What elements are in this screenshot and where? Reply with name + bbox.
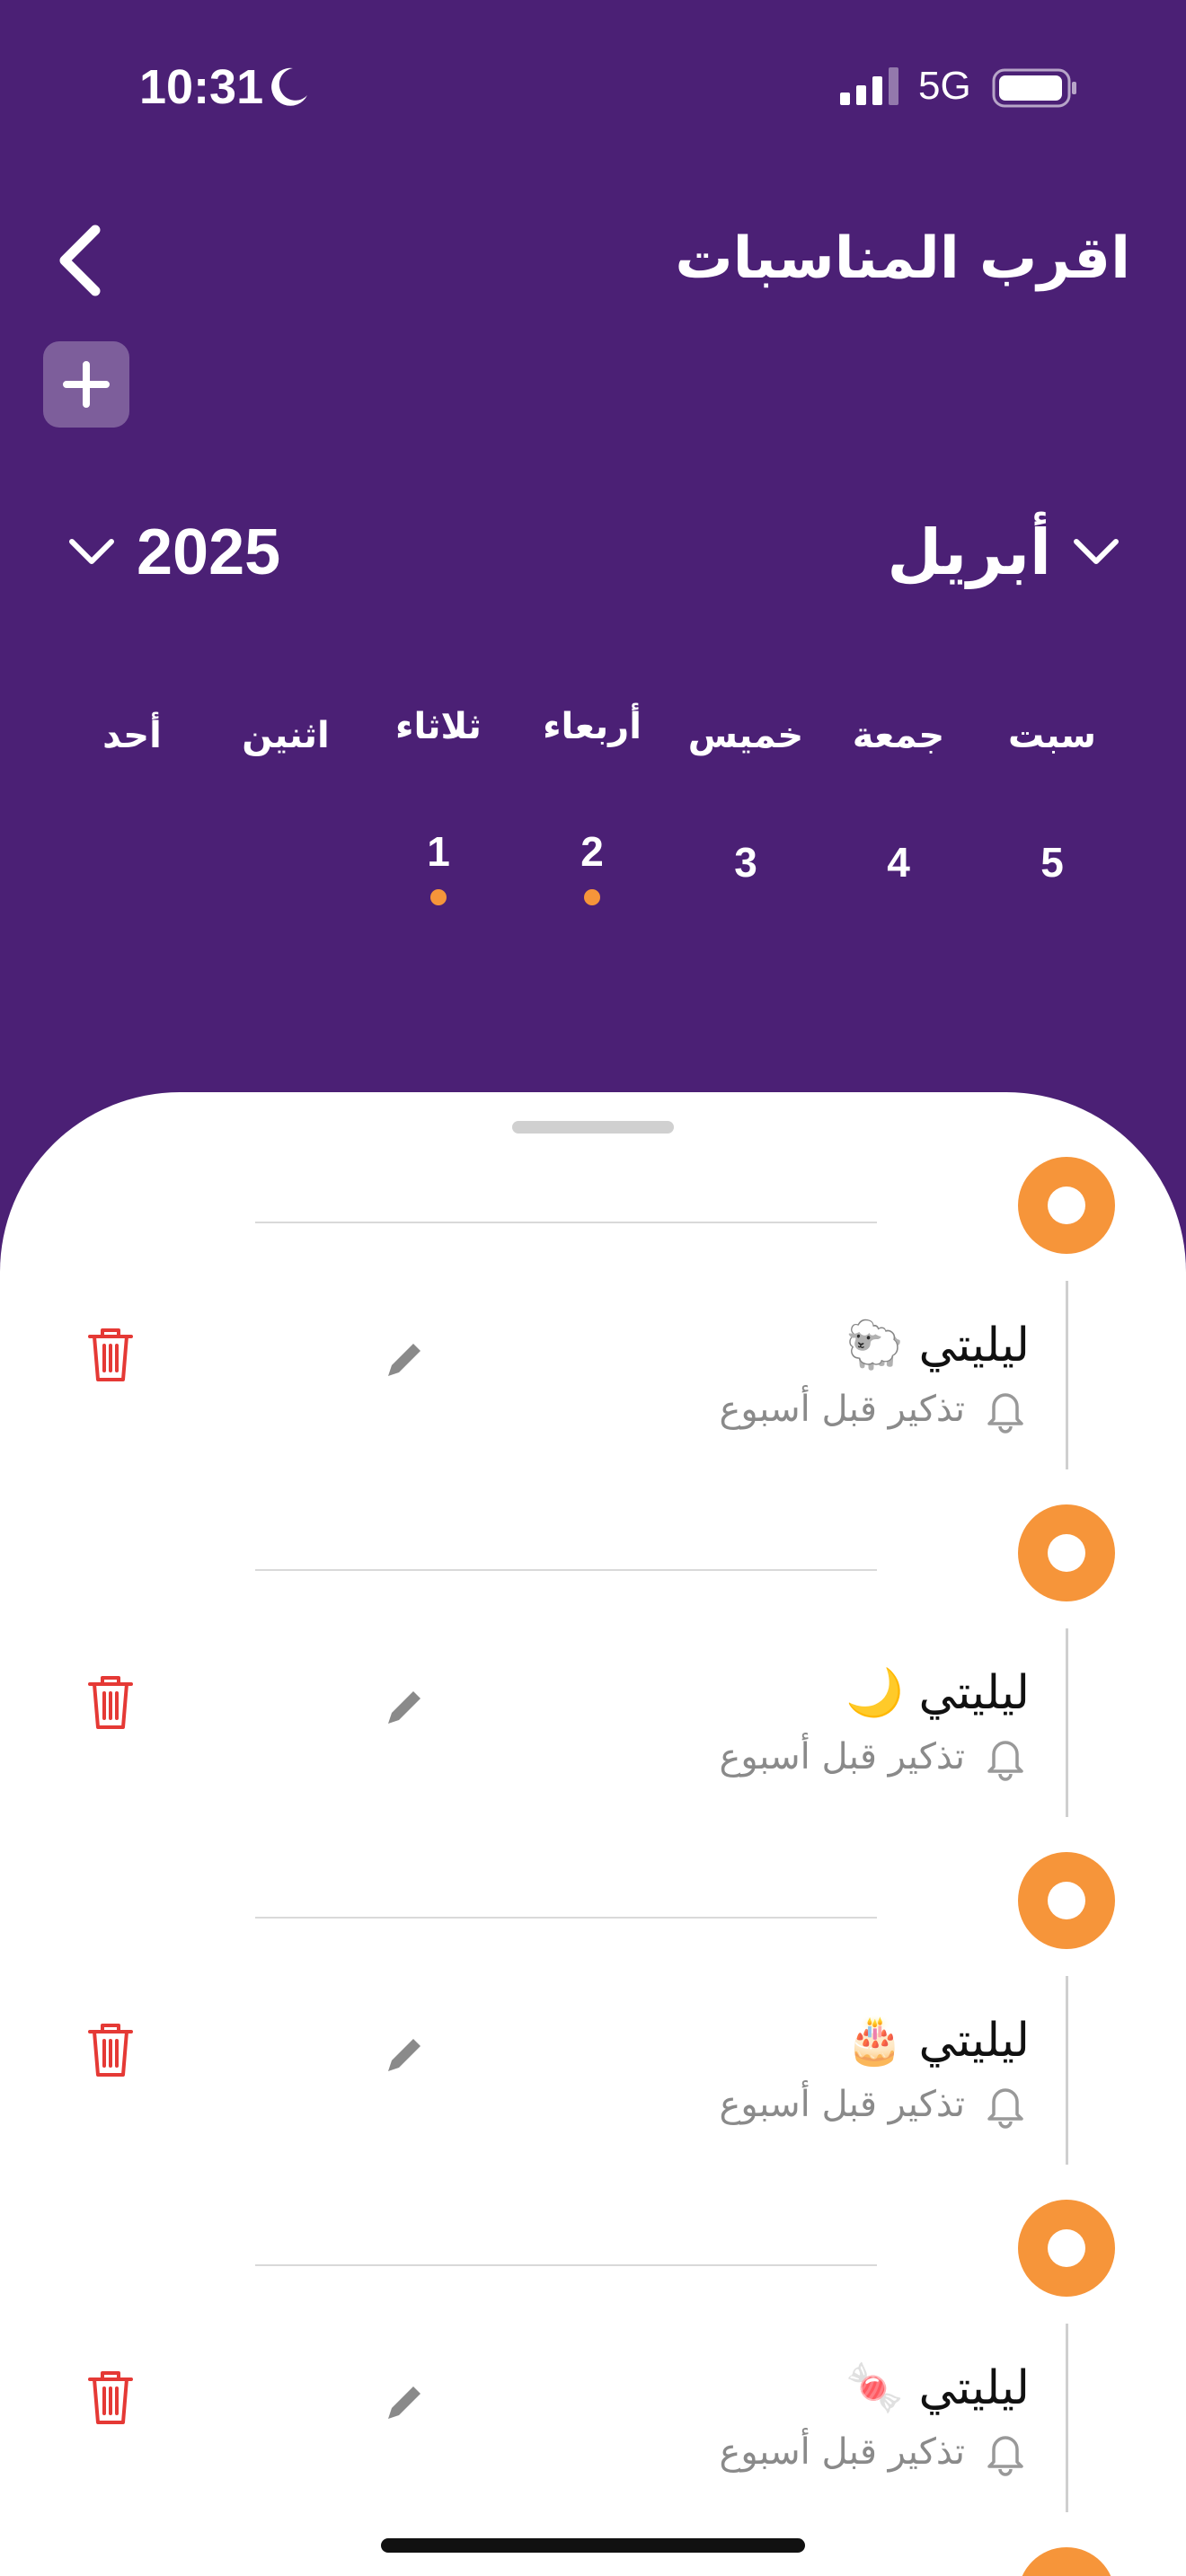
month-label: أبريل bbox=[887, 516, 1051, 589]
timeline-node bbox=[1018, 1852, 1115, 1949]
back-chevron-icon[interactable] bbox=[52, 223, 108, 298]
event-item: ليليتي 🌙 تذكير قبل أسبوع bbox=[0, 1504, 1186, 1914]
sheet-grabber[interactable] bbox=[512, 1121, 674, 1134]
calendar-day[interactable]: 1 bbox=[385, 816, 492, 887]
event-dot bbox=[430, 889, 447, 905]
event-reminder: تذكير قبل أسبوع bbox=[720, 2421, 1030, 2483]
reminder-text: تذكير قبل أسبوع bbox=[719, 2084, 965, 2125]
event-reminder: تذكير قبل أسبوع bbox=[720, 1378, 1030, 1441]
chevron-down-icon bbox=[69, 539, 114, 564]
weekday-label: ثلاثاء bbox=[395, 706, 482, 747]
event-name: ليليتي 🎂 bbox=[845, 2014, 1030, 2068]
page-title: اقرب المناسبات bbox=[675, 225, 1130, 292]
screen: 10:31 5G اقرب المناسبات 2025 أبريل سبت ج… bbox=[0, 0, 1186, 2576]
weekday-label: اثنين bbox=[242, 715, 330, 756]
signal-icon bbox=[840, 67, 898, 105]
pencil-icon[interactable] bbox=[381, 1684, 428, 1731]
plus-icon bbox=[63, 361, 110, 408]
event-item: ليليتي 🍬 تذكير قبل أسبوع bbox=[0, 2200, 1186, 2576]
moon-icon bbox=[271, 67, 307, 106]
home-indicator bbox=[381, 2538, 805, 2553]
pencil-icon[interactable] bbox=[381, 2032, 428, 2078]
calendar-day[interactable]: 5 bbox=[998, 826, 1106, 898]
event-item: ليليتي 🎂 تذكير قبل أسبوع bbox=[0, 1852, 1186, 2262]
weekday-label: أربعاء bbox=[543, 706, 642, 747]
month-selector[interactable]: أبريل bbox=[887, 503, 1121, 602]
event-reminder: تذكير قبل أسبوع bbox=[720, 2073, 1030, 2136]
divider bbox=[255, 1569, 877, 1571]
event-name: ليليتي 🐑 bbox=[845, 1319, 1030, 1372]
trash-icon[interactable] bbox=[86, 1673, 135, 1733]
calendar-day[interactable]: 3 bbox=[692, 826, 800, 898]
trash-icon[interactable] bbox=[86, 1326, 135, 1385]
year-label: 2025 bbox=[137, 516, 281, 588]
divider bbox=[255, 1222, 877, 1223]
divider bbox=[255, 1917, 877, 1919]
reminder-text: تذكير قبل أسبوع bbox=[719, 1389, 965, 1430]
weekday-label: أحد bbox=[102, 715, 162, 756]
timeline-node bbox=[1018, 2200, 1115, 2297]
weekday-label: سبت bbox=[1007, 715, 1096, 756]
status-time: 10:31 bbox=[139, 60, 264, 114]
trash-icon[interactable] bbox=[86, 2369, 135, 2428]
event-item: ليليتي 🐑 تذكير قبل أسبوع bbox=[0, 1157, 1186, 1566]
battery-icon bbox=[992, 68, 1076, 108]
timeline-line bbox=[1066, 1976, 1068, 2165]
network-label: 5G bbox=[918, 64, 971, 108]
reminder-text: تذكير قبل أسبوع bbox=[719, 2431, 965, 2473]
bell-icon bbox=[987, 1741, 1023, 1781]
event-dot bbox=[584, 889, 600, 905]
pencil-icon[interactable] bbox=[381, 2379, 428, 2426]
timeline-line bbox=[1066, 1628, 1068, 1817]
add-event-button[interactable] bbox=[43, 341, 129, 428]
bell-icon bbox=[987, 2088, 1023, 2129]
calendar-day[interactable]: 2 bbox=[538, 816, 646, 887]
divider bbox=[255, 2264, 877, 2266]
reminder-text: تذكير قبل أسبوع bbox=[719, 1736, 965, 1778]
event-name: ليليتي 🍬 bbox=[845, 2361, 1030, 2415]
event-name: ليليتي 🌙 bbox=[845, 1666, 1030, 1720]
timeline-line bbox=[1066, 1281, 1068, 1469]
weekday-label: خميس bbox=[687, 715, 804, 756]
chevron-down-icon bbox=[1074, 539, 1119, 564]
timeline-line bbox=[1066, 2324, 1068, 2512]
trash-icon[interactable] bbox=[86, 2021, 135, 2080]
year-selector[interactable]: 2025 bbox=[66, 503, 336, 602]
weekday-label: جمعة bbox=[852, 715, 945, 756]
bell-icon bbox=[987, 1393, 1023, 1434]
pencil-icon[interactable] bbox=[381, 1337, 428, 1383]
timeline-node bbox=[1018, 1504, 1115, 1601]
timeline-node bbox=[1018, 1157, 1115, 1254]
calendar-day[interactable]: 4 bbox=[845, 826, 952, 898]
bell-icon bbox=[987, 2436, 1023, 2476]
event-reminder: تذكير قبل أسبوع bbox=[720, 1725, 1030, 1788]
